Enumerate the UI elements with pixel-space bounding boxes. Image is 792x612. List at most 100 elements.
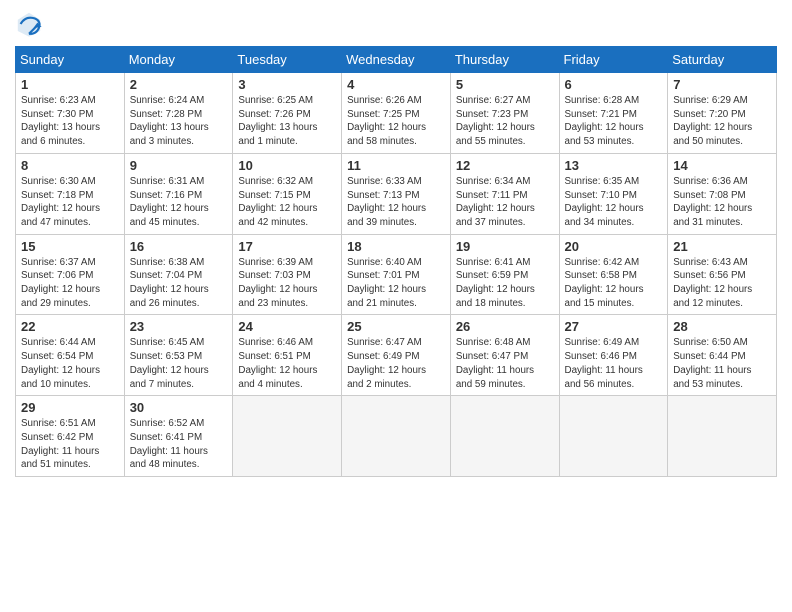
day-cell: 22 Sunrise: 6:44 AM Sunset: 6:54 PM Dayli… bbox=[16, 315, 125, 396]
day-cell: 5 Sunrise: 6:27 AM Sunset: 7:23 PM Daylig… bbox=[450, 73, 559, 154]
day-cell: 23 Sunrise: 6:45 AM Sunset: 6:53 PM Dayli… bbox=[124, 315, 233, 396]
day-info: Sunrise: 6:44 AM Sunset: 6:54 PM Dayligh… bbox=[21, 336, 119, 391]
day-number: 4 bbox=[347, 77, 445, 92]
day-number: 16 bbox=[130, 239, 228, 254]
week-row-1: 1 Sunrise: 6:23 AM Sunset: 7:30 PM Daylig… bbox=[16, 73, 777, 154]
day-info: Sunrise: 6:29 AM Sunset: 7:20 PM Dayligh… bbox=[673, 94, 771, 149]
day-info: Sunrise: 6:50 AM Sunset: 6:44 PM Dayligh… bbox=[673, 336, 771, 391]
week-row-2: 8Sunrise: 6:30 AM Sunset: 7:18 PM Daylig… bbox=[16, 153, 777, 234]
day-number: 20 bbox=[565, 239, 663, 254]
day-number: 13 bbox=[565, 158, 663, 173]
day-cell: 17 Sunrise: 6:39 AM Sunset: 7:03 PM Dayli… bbox=[233, 234, 342, 315]
day-cell: 15 Sunrise: 6:37 AM Sunset: 7:06 PM Dayli… bbox=[16, 234, 125, 315]
day-info: Sunrise: 6:49 AM Sunset: 6:46 PM Dayligh… bbox=[565, 336, 663, 391]
day-cell bbox=[233, 396, 342, 477]
day-number: 9 bbox=[130, 158, 228, 173]
day-number: 15 bbox=[21, 239, 119, 254]
calendar: SundayMondayTuesdayWednesdayThursdayFrid… bbox=[15, 46, 777, 477]
day-number: 26 bbox=[456, 319, 554, 334]
header-sunday: Sunday bbox=[16, 47, 125, 73]
day-cell: 12 Sunrise: 6:34 AM Sunset: 7:11 PM Dayli… bbox=[450, 153, 559, 234]
day-number: 17 bbox=[238, 239, 336, 254]
day-info: Sunrise: 6:39 AM Sunset: 7:03 PM Dayligh… bbox=[238, 256, 336, 311]
day-number: 10 bbox=[238, 158, 336, 173]
day-info: Sunrise: 6:36 AM Sunset: 7:08 PM Dayligh… bbox=[673, 175, 771, 230]
day-cell: 24 Sunrise: 6:46 AM Sunset: 6:51 PM Dayli… bbox=[233, 315, 342, 396]
logo-icon bbox=[15, 10, 43, 38]
day-cell: 25 Sunrise: 6:47 AM Sunset: 6:49 PM Dayli… bbox=[342, 315, 451, 396]
day-info: Sunrise: 6:33 AM Sunset: 7:13 PM Dayligh… bbox=[347, 175, 445, 230]
day-cell: 11Sunrise: 6:33 AM Sunset: 7:13 PM Dayli… bbox=[342, 153, 451, 234]
day-info: Sunrise: 6:52 AM Sunset: 6:41 PM Dayligh… bbox=[130, 417, 228, 472]
day-cell: 1 Sunrise: 6:23 AM Sunset: 7:30 PM Daylig… bbox=[16, 73, 125, 154]
day-info: Sunrise: 6:40 AM Sunset: 7:01 PM Dayligh… bbox=[347, 256, 445, 311]
day-number: 18 bbox=[347, 239, 445, 254]
day-info: Sunrise: 6:23 AM Sunset: 7:30 PM Dayligh… bbox=[21, 94, 119, 149]
day-info: Sunrise: 6:25 AM Sunset: 7:26 PM Dayligh… bbox=[238, 94, 336, 149]
day-number: 23 bbox=[130, 319, 228, 334]
day-cell: 29 Sunrise: 6:51 AM Sunset: 6:42 PM Dayli… bbox=[16, 396, 125, 477]
day-cell: 28 Sunrise: 6:50 AM Sunset: 6:44 PM Dayli… bbox=[668, 315, 777, 396]
page: SundayMondayTuesdayWednesdayThursdayFrid… bbox=[0, 0, 792, 612]
day-info: Sunrise: 6:34 AM Sunset: 7:11 PM Dayligh… bbox=[456, 175, 554, 230]
header-monday: Monday bbox=[124, 47, 233, 73]
day-cell: 14 Sunrise: 6:36 AM Sunset: 7:08 PM Dayli… bbox=[668, 153, 777, 234]
header-saturday: Saturday bbox=[668, 47, 777, 73]
week-row-3: 15 Sunrise: 6:37 AM Sunset: 7:06 PM Dayli… bbox=[16, 234, 777, 315]
day-cell: 4 Sunrise: 6:26 AM Sunset: 7:25 PM Daylig… bbox=[342, 73, 451, 154]
day-cell bbox=[342, 396, 451, 477]
day-cell bbox=[559, 396, 668, 477]
day-info: Sunrise: 6:51 AM Sunset: 6:42 PM Dayligh… bbox=[21, 417, 119, 472]
header-friday: Friday bbox=[559, 47, 668, 73]
day-cell: 6 Sunrise: 6:28 AM Sunset: 7:21 PM Daylig… bbox=[559, 73, 668, 154]
day-info: Sunrise: 6:48 AM Sunset: 6:47 PM Dayligh… bbox=[456, 336, 554, 391]
day-info: Sunrise: 6:45 AM Sunset: 6:53 PM Dayligh… bbox=[130, 336, 228, 391]
day-number: 30 bbox=[130, 400, 228, 415]
day-number: 25 bbox=[347, 319, 445, 334]
day-number: 22 bbox=[21, 319, 119, 334]
day-info: Sunrise: 6:46 AM Sunset: 6:51 PM Dayligh… bbox=[238, 336, 336, 391]
day-cell: 27 Sunrise: 6:49 AM Sunset: 6:46 PM Dayli… bbox=[559, 315, 668, 396]
header bbox=[15, 10, 777, 38]
header-wednesday: Wednesday bbox=[342, 47, 451, 73]
day-number: 28 bbox=[673, 319, 771, 334]
day-cell: 18 Sunrise: 6:40 AM Sunset: 7:01 PM Dayli… bbox=[342, 234, 451, 315]
day-number: 14 bbox=[673, 158, 771, 173]
week-row-5: 29 Sunrise: 6:51 AM Sunset: 6:42 PM Dayli… bbox=[16, 396, 777, 477]
day-info: Sunrise: 6:30 AM Sunset: 7:18 PM Dayligh… bbox=[21, 175, 119, 230]
day-number: 7 bbox=[673, 77, 771, 92]
day-info: Sunrise: 6:31 AM Sunset: 7:16 PM Dayligh… bbox=[130, 175, 228, 230]
day-cell: 30 Sunrise: 6:52 AM Sunset: 6:41 PM Dayli… bbox=[124, 396, 233, 477]
day-number: 19 bbox=[456, 239, 554, 254]
day-number: 21 bbox=[673, 239, 771, 254]
day-cell: 13Sunrise: 6:35 AM Sunset: 7:10 PM Dayli… bbox=[559, 153, 668, 234]
day-number: 2 bbox=[130, 77, 228, 92]
day-info: Sunrise: 6:24 AM Sunset: 7:28 PM Dayligh… bbox=[130, 94, 228, 149]
day-cell: 7 Sunrise: 6:29 AM Sunset: 7:20 PM Daylig… bbox=[668, 73, 777, 154]
day-info: Sunrise: 6:37 AM Sunset: 7:06 PM Dayligh… bbox=[21, 256, 119, 311]
day-number: 24 bbox=[238, 319, 336, 334]
week-row-4: 22 Sunrise: 6:44 AM Sunset: 6:54 PM Dayli… bbox=[16, 315, 777, 396]
day-info: Sunrise: 6:38 AM Sunset: 7:04 PM Dayligh… bbox=[130, 256, 228, 311]
day-info: Sunrise: 6:41 AM Sunset: 6:59 PM Dayligh… bbox=[456, 256, 554, 311]
day-number: 5 bbox=[456, 77, 554, 92]
day-cell: 2 Sunrise: 6:24 AM Sunset: 7:28 PM Daylig… bbox=[124, 73, 233, 154]
day-info: Sunrise: 6:27 AM Sunset: 7:23 PM Dayligh… bbox=[456, 94, 554, 149]
day-number: 1 bbox=[21, 77, 119, 92]
day-cell: 16 Sunrise: 6:38 AM Sunset: 7:04 PM Dayli… bbox=[124, 234, 233, 315]
day-number: 29 bbox=[21, 400, 119, 415]
day-info: Sunrise: 6:28 AM Sunset: 7:21 PM Dayligh… bbox=[565, 94, 663, 149]
header-tuesday: Tuesday bbox=[233, 47, 342, 73]
day-cell: 21Sunrise: 6:43 AM Sunset: 6:56 PM Dayli… bbox=[668, 234, 777, 315]
day-cell: 19 Sunrise: 6:41 AM Sunset: 6:59 PM Dayli… bbox=[450, 234, 559, 315]
day-number: 12 bbox=[456, 158, 554, 173]
day-info: Sunrise: 6:47 AM Sunset: 6:49 PM Dayligh… bbox=[347, 336, 445, 391]
day-info: Sunrise: 6:26 AM Sunset: 7:25 PM Dayligh… bbox=[347, 94, 445, 149]
day-cell: 3 Sunrise: 6:25 AM Sunset: 7:26 PM Daylig… bbox=[233, 73, 342, 154]
day-number: 6 bbox=[565, 77, 663, 92]
logo bbox=[15, 10, 47, 38]
day-info: Sunrise: 6:42 AM Sunset: 6:58 PM Dayligh… bbox=[565, 256, 663, 311]
day-cell bbox=[450, 396, 559, 477]
day-number: 27 bbox=[565, 319, 663, 334]
day-number: 3 bbox=[238, 77, 336, 92]
